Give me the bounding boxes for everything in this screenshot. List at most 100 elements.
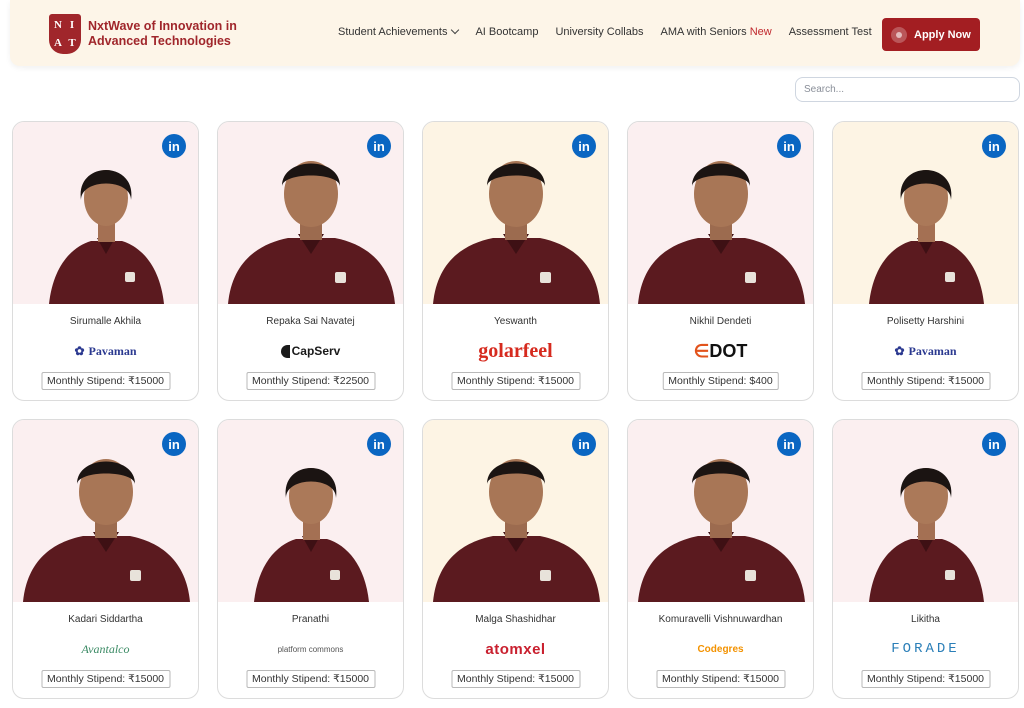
student-card: in Polisetty Harshini ✿ Pavaman Monthly S… [832,121,1019,401]
main-nav: Student Achievements AI Bootcamp Univers… [338,25,889,38]
student-name: Repaka Sai Navatej [266,316,355,327]
student-name: Pranathi [291,614,330,625]
company-logo: FORADE [833,638,1018,660]
stipend-badge: Monthly Stipend: ₹15000 [40,670,171,688]
stipend-badge: Monthly Stipend: ₹15000 [450,372,581,390]
nav-ama-with-seniors[interactable]: AMA with Seniors New [660,26,771,38]
company-logo-mark: platform commons [278,645,344,654]
record-dot-icon [891,26,907,43]
company-logo: platform commons [218,638,403,660]
chevron-down-icon [451,25,460,35]
company-logo-mark: FORADE [891,641,959,657]
emblem-letter: I [69,19,75,31]
company-logo-mark: ✿ Pavaman [74,344,136,359]
nav-university-collabs[interactable]: University Collabs [555,26,643,38]
company-name: Pavaman [88,343,137,358]
student-name: Kadari Siddartha [68,614,143,625]
linkedin-icon[interactable]: in [572,432,596,456]
linkedin-icon[interactable]: in [572,134,596,158]
stipend-badge: Monthly Stipend: $400 [662,372,779,390]
company-logo: ✿ Pavaman [13,340,198,362]
company-name: FORADE [891,641,960,657]
linkedin-icon[interactable]: in [982,134,1006,158]
company-name: CapServ [291,344,341,358]
linkedin-icon[interactable]: in [367,134,391,158]
student-photo: in [833,420,1018,602]
student-photo: in [423,122,608,304]
student-name: Komuravelli Vishnuwardhan [658,614,783,625]
emblem-letter: T [68,37,76,49]
nav-student-achievements[interactable]: Student Achievements [338,25,460,38]
company-logo: ✿ Pavaman [833,340,1018,362]
emblem-letter: A [54,37,62,49]
brand-logo[interactable]: N I A T NxtWave of Innovation in Advance… [49,14,273,54]
company-logo-mark: Codegres [697,644,743,655]
student-card: in Sirumalle Akhila ✿ Pavaman Monthly Sti… [12,121,199,401]
company-name: platform commons [277,644,344,654]
nav-ai-bootcamp[interactable]: AI Bootcamp [475,26,538,38]
linkedin-icon[interactable]: in [982,432,1006,456]
student-card: in Repaka Sai Navatej CapServ Monthly St… [217,121,404,401]
student-card: in Yeswanth golarfeel Monthly Stipend: ₹… [422,121,609,401]
capserv-mark-icon [280,344,290,358]
nav-label: AMA with Seniors [660,26,747,38]
company-logo-mark: ✿ Pavaman [894,344,956,359]
student-photo: in [628,122,813,304]
student-photo: in [218,420,403,602]
student-card: in Nikhil Dendeti ∈DOTCONTRACTOR Monthly… [627,121,814,401]
linkedin-icon[interactable]: in [777,432,801,456]
company-name: golarfeel [478,339,553,362]
edot-e-icon: ∈ [693,340,710,361]
stipend-badge: Monthly Stipend: ₹15000 [655,670,786,688]
company-logo: CapServ [218,340,403,362]
stipend-badge: Monthly Stipend: ₹15000 [860,670,991,688]
student-grid: in Sirumalle Akhila ✿ Pavaman Monthly Sti… [12,121,1019,699]
niat-emblem-icon: N I A T [49,14,81,54]
emblem-letter: N [54,19,62,31]
company-name: Avantalco [81,641,130,656]
student-photo: in [423,420,608,602]
student-card: in Kadari Siddartha Avantalco Monthly St… [12,419,199,699]
brand-name: NxtWave of Innovation in Advanced Techno… [88,19,237,48]
company-logo: Codegres [628,638,813,660]
company-logo-mark: ∈DOTCONTRACTOR [694,341,748,362]
nav-assessment-test[interactable]: Assessment Test [789,26,872,38]
company-name: DOT [709,340,748,361]
pavaman-flower-icon: ✿ [74,343,85,358]
student-card: in Likitha FORADE Monthly Stipend: ₹1500… [832,419,1019,699]
student-photo: in [13,122,198,304]
stipend-badge: Monthly Stipend: ₹15000 [860,372,991,390]
student-photo: in [218,122,403,304]
linkedin-icon[interactable]: in [162,432,186,456]
apply-now-button[interactable]: Apply Now [882,18,980,51]
student-photo: in [13,420,198,602]
company-logo-mark: golarfeel [478,340,552,363]
student-name: Malga Shashidhar [475,614,556,625]
company-name: atomxel [485,640,546,658]
pavaman-flower-icon: ✿ [894,343,905,358]
apply-label: Apply Now [914,28,971,41]
company-logo-mark: CapServ [280,344,341,358]
company-logo: ∈DOTCONTRACTOR [628,340,813,362]
stipend-badge: Monthly Stipend: ₹15000 [245,670,376,688]
linkedin-icon[interactable]: in [367,432,391,456]
company-logo: atomxel [423,638,608,660]
top-navbar: N I A T NxtWave of Innovation in Advance… [10,0,1020,66]
nav-label: Student Achievements [338,26,448,38]
company-logo: Avantalco [13,638,198,660]
company-name: Pavaman [908,343,957,358]
student-photo: in [628,420,813,602]
company-logo: golarfeel [423,340,608,362]
linkedin-icon[interactable]: in [777,134,801,158]
linkedin-icon[interactable]: in [162,134,186,158]
student-card: in Malga Shashidhar atomxel Monthly Stip… [422,419,609,699]
stipend-badge: Monthly Stipend: ₹15000 [40,372,171,390]
student-name: Nikhil Dendeti [689,316,752,327]
student-name: Sirumalle Akhila [69,316,142,327]
search-input[interactable] [795,77,1020,102]
company-logo-mark: atomxel [485,641,545,658]
student-name: Likitha [911,614,940,625]
student-name: Polisetty Harshini [886,316,965,327]
stipend-badge: Monthly Stipend: ₹22500 [245,372,376,390]
new-badge: New [749,26,772,38]
